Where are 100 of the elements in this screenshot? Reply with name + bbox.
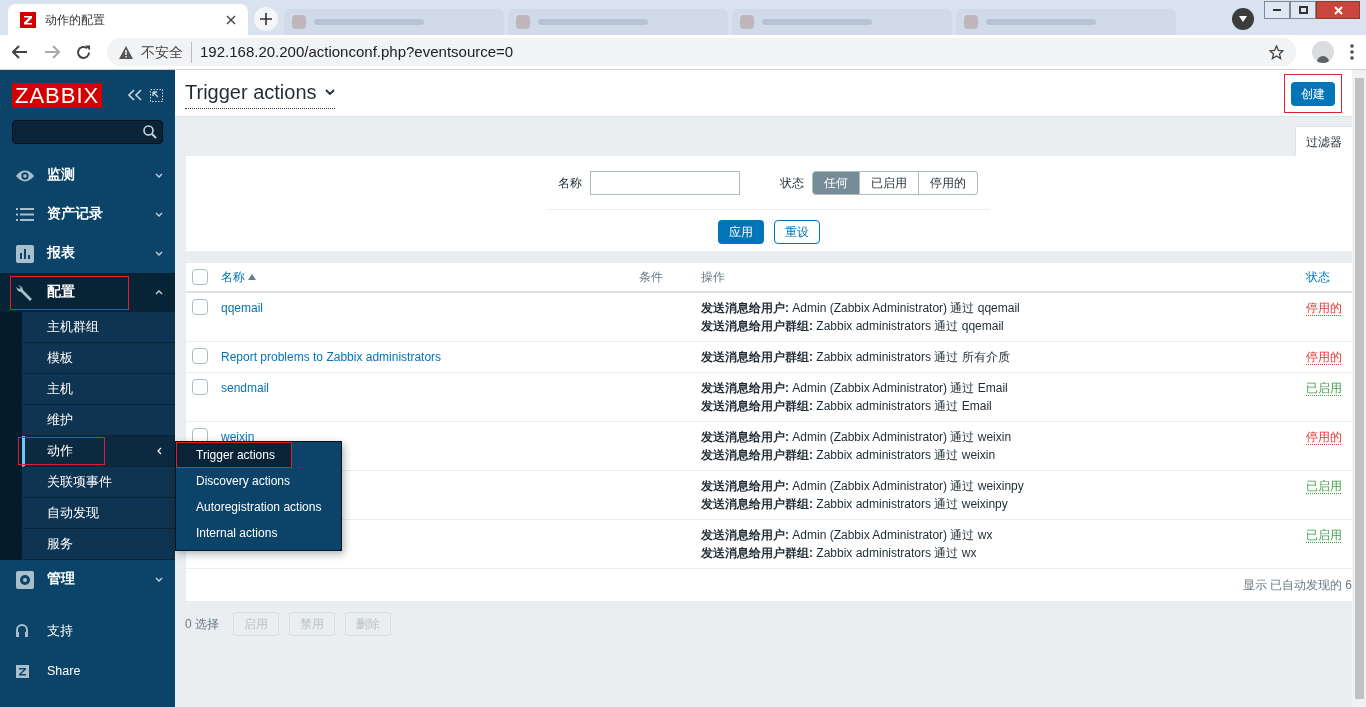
menu-item[interactable]: Share xyxy=(0,651,175,691)
page-title-dropdown[interactable]: Trigger actions xyxy=(185,77,335,109)
operation-text: 发送消息给用户群组: Zabbix administrators 通过 Email xyxy=(701,398,993,415)
reload-icon[interactable] xyxy=(76,44,91,60)
apply-button[interactable]: 应用 xyxy=(718,220,764,244)
summary-text: 显示 已自动发现的 6 xyxy=(1242,577,1352,594)
chevron-down-icon xyxy=(155,211,163,218)
minimize-button[interactable] xyxy=(1264,1,1290,19)
submenu-item[interactable]: 主机群组 xyxy=(22,312,175,343)
collapse-icon[interactable] xyxy=(128,89,142,101)
scrollbar[interactable] xyxy=(1352,70,1366,707)
chevron-down-icon xyxy=(324,88,335,96)
menu-item[interactable]: 支持 xyxy=(0,611,175,651)
action-name-link[interactable]: sendmail xyxy=(221,381,270,395)
popup-menu-item[interactable]: Discovery actions xyxy=(176,468,341,494)
operation-text: 发送消息给用户: Admin (Zabbix Administrator) 通过 weixinpy xyxy=(701,478,1025,495)
wrench-icon xyxy=(16,283,34,302)
operation-text: 发送消息给用户: Admin (Zabbix Administrator) 通过 Email xyxy=(701,380,1009,397)
close-icon[interactable] xyxy=(226,14,236,25)
security-label: 不安全 xyxy=(141,41,192,63)
maximize-button[interactable] xyxy=(1290,1,1316,19)
popup-menu-item[interactable]: Autoregistration actions xyxy=(176,494,341,520)
status-segment[interactable]: 停用的 xyxy=(919,170,978,195)
logo[interactable]: ZABBIX xyxy=(12,82,103,108)
sort-up-icon xyxy=(248,274,256,280)
menu-item[interactable]: 管理 xyxy=(0,560,175,599)
operation-text: 发送消息给用户: Admin (Zabbix Administrator) 通过 qqemail xyxy=(701,300,1021,317)
action-name-link[interactable]: qqemail xyxy=(221,301,264,315)
submenu-item[interactable]: 服务 xyxy=(22,529,175,560)
search-icon xyxy=(143,125,157,139)
action-name-link[interactable]: Report problems to Zabbix administrators xyxy=(221,350,442,364)
field-label: 状态 xyxy=(780,174,804,192)
name-input-field[interactable] xyxy=(590,170,740,195)
operation-text: 发送消息给用户群组: Zabbix administrators 通过 qqemail xyxy=(701,318,1005,335)
create-button[interactable]: 创建 xyxy=(1291,81,1335,106)
caret-icon xyxy=(1239,16,1247,22)
menu-item[interactable]: 配置 xyxy=(0,273,175,312)
expand-icon[interactable] xyxy=(150,88,163,102)
submenu-item[interactable]: 维护 xyxy=(22,405,175,436)
operation-text: 发送消息给用户群组: Zabbix administrators 通过 wx xyxy=(701,545,978,562)
submenu-item[interactable]: 主机 xyxy=(22,374,175,405)
submenu-item[interactable]: 模板 xyxy=(22,343,175,374)
column-header: 条件 xyxy=(639,269,664,286)
row-checkbox[interactable] xyxy=(192,379,208,395)
chevron-left-icon xyxy=(157,447,162,455)
status-link[interactable]: 停用的 xyxy=(1306,301,1342,315)
list-icon xyxy=(16,208,34,221)
gear-icon xyxy=(16,570,34,589)
chevron-down-icon xyxy=(155,576,163,583)
status-link[interactable]: 停用的 xyxy=(1306,430,1342,444)
more-icon[interactable] xyxy=(1350,44,1354,60)
operation-text: 发送消息给用户: Admin (Zabbix Administrator) 通过 wx xyxy=(701,527,994,544)
operation-text: 发送消息给用户群组: Zabbix administrators 通过 weixin xyxy=(701,447,997,464)
status-link[interactable]: 已启用 xyxy=(1306,479,1342,493)
column-header[interactable]: 名称 xyxy=(221,268,245,286)
close-icon xyxy=(1333,5,1343,15)
filter-tab[interactable]: 过滤器 xyxy=(1295,126,1352,156)
status-link[interactable]: 停用的 xyxy=(1306,350,1342,364)
new-tab-button[interactable] xyxy=(254,7,278,31)
submenu-item[interactable]: 自动发现 xyxy=(22,498,175,529)
headset-icon xyxy=(16,624,28,638)
chart-icon xyxy=(16,244,34,263)
search-field[interactable] xyxy=(12,120,163,144)
avatar-icon[interactable] xyxy=(1312,41,1334,63)
z-logo-icon xyxy=(20,11,36,28)
back-arrow-icon[interactable] xyxy=(12,45,28,59)
status-link[interactable]: 已启用 xyxy=(1306,528,1342,542)
selection-count: 0 选择 xyxy=(185,616,219,633)
column-header[interactable]: 状态 xyxy=(1306,268,1352,286)
status-link[interactable]: 已启用 xyxy=(1306,381,1342,395)
eye-icon xyxy=(15,168,35,183)
status-segment[interactable]: 已启用 xyxy=(860,170,919,195)
reset-button[interactable]: 重设 xyxy=(774,220,820,244)
popup-menu-item[interactable]: Internal actions xyxy=(176,520,341,546)
address-bar[interactable]: 不安全 192.168.20.200/actionconf.php?eventsource=0 xyxy=(107,38,1296,66)
chevron-down-icon xyxy=(155,172,163,179)
operation-text: 发送消息给用户群组: Zabbix administrators 通过 weixinpy xyxy=(701,496,1009,513)
row-checkbox[interactable] xyxy=(192,348,208,364)
warning-icon xyxy=(119,45,133,59)
star-icon[interactable] xyxy=(1269,44,1284,60)
tab-title: 动作的配置 xyxy=(45,11,106,29)
operation-text: 发送消息给用户群组: Zabbix administrators 通过 所有介质 xyxy=(701,349,1011,366)
z-logo-icon xyxy=(15,664,29,678)
menu-item[interactable]: 报表 xyxy=(0,234,175,273)
select-all-checkbox[interactable] xyxy=(192,269,208,285)
field-label: 名称 xyxy=(558,174,582,192)
operation-text: 发送消息给用户: Admin (Zabbix Administrator) 通过 weixin xyxy=(701,429,1013,446)
action-name-link[interactable]: weixin xyxy=(221,430,255,444)
menu-item[interactable]: 监测 xyxy=(0,156,175,195)
row-checkbox[interactable] xyxy=(192,299,208,315)
url-text: 192.168.20.200/actionconf.php?eventsource=0 xyxy=(200,41,515,62)
submenu-item[interactable]: 关联项事件 xyxy=(22,467,175,498)
chevron-down-icon xyxy=(155,250,163,257)
menu-item[interactable]: 资产记录 xyxy=(0,195,175,234)
column-header: 操作 xyxy=(700,269,726,286)
popup-menu-item[interactable]: Trigger actions xyxy=(176,442,292,468)
window-close-button[interactable] xyxy=(1316,1,1360,19)
browser-tab[interactable]: 动作的配置 xyxy=(8,4,248,35)
plus-icon xyxy=(260,13,272,25)
profile-menu-button[interactable] xyxy=(1232,8,1254,30)
